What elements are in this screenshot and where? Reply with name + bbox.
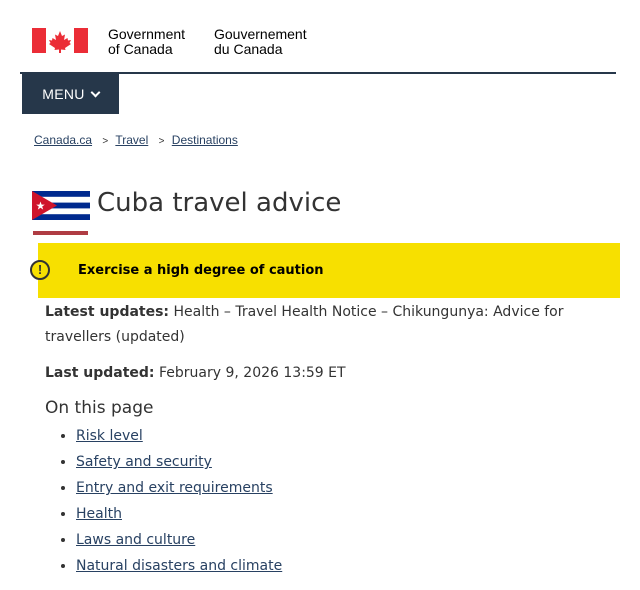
page-title: Cuba travel advice [97,188,342,218]
signature-en-line1: Government [108,26,186,42]
last-updated-value: February 9, 2026 13:59 ET [159,365,346,381]
list-item: Safety and security [76,449,282,475]
breadcrumb-separator-icon: > [102,136,109,147]
list-item: Entry and exit requirements [76,475,282,501]
breadcrumb-destinations[interactable]: Destinations [172,133,238,147]
toc-link-safety-security[interactable]: Safety and security [76,454,212,470]
site-header: Government of Canada Gouvernement du Can… [20,0,616,74]
list-item: Risk level [76,423,282,449]
advisory-level-text: Exercise a high degree of caution [78,263,324,278]
chevron-down-icon [90,87,101,97]
on-this-page-list: Risk level Safety and security Entry and… [60,423,282,579]
latest-updates-label: Latest updates: [45,304,170,320]
signature-french[interactable]: Gouvernement du Canada [214,27,307,57]
last-updated: Last updated: February 9, 2026 13:59 ET [45,361,605,386]
cuba-flag-icon [32,191,90,220]
toc-link-risk-level[interactable]: Risk level [76,428,143,444]
signature-fr-line1: Gouvernement [214,26,307,42]
exclamation-icon: ! [30,260,50,280]
breadcrumb-canada[interactable]: Canada.ca [34,133,92,147]
signature-en-line2: of Canada [108,41,173,57]
list-item: Health [76,501,282,527]
toc-link-health[interactable]: Health [76,506,122,522]
menu-label: MENU [42,86,85,102]
list-item: Natural disasters and climate [76,553,282,579]
advisory-level-banner: ! Exercise a high degree of caution [30,243,620,298]
latest-updates: Latest updates: Health – Travel Health N… [45,300,605,350]
title-underline [33,231,88,235]
signature-fr-line2: du Canada [214,41,283,57]
page: Government of Canada Gouvernement du Can… [20,0,620,590]
signature-english[interactable]: Government of Canada [108,27,185,57]
toc-link-natural-disasters[interactable]: Natural disasters and climate [76,558,282,574]
breadcrumb: Canada.ca > Travel > Destinations [34,133,238,147]
toc-link-laws-culture[interactable]: Laws and culture [76,532,195,548]
on-this-page-heading: On this page [45,398,154,418]
breadcrumb-travel[interactable]: Travel [115,133,148,147]
menu-button[interactable]: MENU [22,74,119,114]
breadcrumb-separator-icon: > [158,136,165,147]
toc-link-entry-exit[interactable]: Entry and exit requirements [76,480,273,496]
last-updated-label: Last updated: [45,365,155,381]
list-item: Laws and culture [76,527,282,553]
canada-flag-icon[interactable] [32,28,88,53]
